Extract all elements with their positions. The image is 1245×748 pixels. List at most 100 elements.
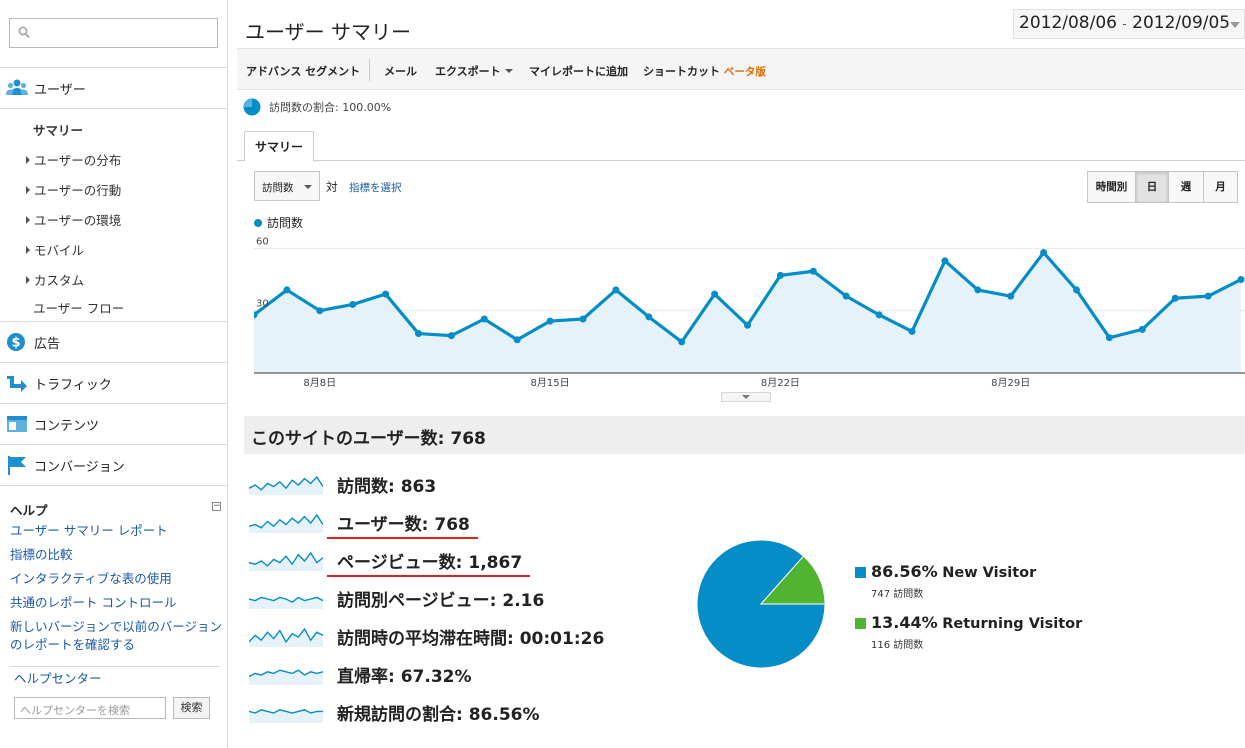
- help-link[interactable]: インタラクティブな表の使用: [10, 570, 225, 588]
- traffic-arrow-icon: [7, 376, 27, 392]
- sidebar-item-label: ユーザーの分布: [34, 153, 122, 168]
- help-link[interactable]: ユーザー サマリー レポート: [10, 522, 225, 540]
- y-tick-label: 30: [256, 299, 269, 310]
- metric-value: 訪問数: 863: [337, 476, 437, 497]
- visitor-type-pie-chart[interactable]: [695, 538, 827, 670]
- data-point: [513, 336, 521, 344]
- metric-row[interactable]: 訪問時の平均滞在時間: 00:01:26: [249, 622, 604, 650]
- date-separator: -: [1122, 17, 1127, 31]
- data-point: [579, 315, 587, 323]
- data-point: [875, 311, 883, 319]
- metric-value: 直帰率: 67.32%: [337, 666, 472, 687]
- slice-percent: 13.44%: [871, 613, 938, 632]
- add-to-dashboard-button[interactable]: マイレポートに追加: [529, 63, 628, 79]
- legend-label: 訪問数: [267, 216, 304, 230]
- sidebar-item-label: カスタム: [34, 273, 85, 288]
- sidebar-item-label: モバイル: [34, 243, 85, 258]
- sidebar-section-advertising[interactable]: $ 広告: [0, 322, 228, 362]
- sparkline: [249, 513, 323, 533]
- metric-row[interactable]: 訪問別ページビュー: 2.16: [249, 584, 544, 612]
- date-range-selector[interactable]: 2012/08/06 - 2012/09/05: [1013, 9, 1245, 39]
- sidebar-item-custom[interactable]: カスタム: [26, 270, 84, 289]
- metric-select[interactable]: 訪問数: [254, 171, 320, 201]
- chevron-down-icon: [504, 69, 513, 73]
- users-icon: [6, 79, 28, 95]
- help-link[interactable]: 共通のレポート コントロール: [10, 594, 225, 612]
- visits-line-chart[interactable]: 60 30 8月8日 8月15日 8月22日 8月29日: [254, 232, 1245, 392]
- tab-bar: サマリー: [237, 130, 1245, 162]
- data-point: [349, 300, 357, 308]
- period-day-button[interactable]: 日: [1136, 172, 1169, 202]
- expand-arrow-icon: [26, 246, 30, 254]
- help-search-input[interactable]: ヘルプセンターを検索: [14, 697, 166, 719]
- sidebar-section-label: コンテンツ: [34, 418, 100, 434]
- sidebar-item-user-flow[interactable]: ユーザー フロー: [33, 298, 124, 317]
- search-icon: [18, 26, 30, 39]
- tab-summary[interactable]: サマリー: [244, 131, 314, 162]
- data-point: [1105, 334, 1113, 342]
- data-point: [744, 321, 751, 329]
- export-button[interactable]: エクスポート: [435, 63, 513, 79]
- sidebar-item-summary[interactable]: サマリー: [33, 120, 83, 139]
- slice-label: New Visitor: [942, 565, 1037, 581]
- metric-row[interactable]: 直帰率: 67.32%: [249, 660, 472, 688]
- flag-icon: [8, 456, 26, 475]
- help-link[interactable]: 指標の比較: [10, 546, 225, 564]
- period-toggle: 時間別 日 週 月: [1087, 171, 1238, 203]
- data-point: [1073, 286, 1080, 294]
- data-point: [612, 286, 620, 294]
- x-tick-label: 8月29日: [991, 377, 1030, 389]
- metric-value: ページビュー数: 1,867: [337, 552, 523, 573]
- metric-row[interactable]: ユーザー数: 768: [249, 508, 470, 536]
- help-search-button[interactable]: 検索: [173, 697, 210, 719]
- help-title: ヘルプ: [10, 503, 48, 518]
- sidebar-section-content[interactable]: コンテンツ: [0, 404, 228, 444]
- period-hourly-button[interactable]: 時間別: [1088, 172, 1136, 202]
- chart-collapse-handle[interactable]: [721, 392, 771, 402]
- pie-legend-item: 86.56% New Visitor 747 訪問数: [855, 562, 1036, 600]
- sidebar-search-input[interactable]: [9, 18, 218, 48]
- slice-count: 116 訪問数: [871, 640, 924, 651]
- data-point: [283, 286, 291, 294]
- data-point: [974, 286, 982, 294]
- metric-row[interactable]: 新規訪問の割合: 86.56%: [249, 698, 540, 726]
- sidebar-section-label: 広告: [34, 336, 61, 352]
- main-content: ユーザー サマリー 2012/08/06 - 2012/09/05 アドバンス …: [233, 0, 1245, 748]
- sidebar-section-conversions[interactable]: コンバージョン: [0, 445, 228, 485]
- shortcut-button[interactable]: ショートカット ベータ版: [643, 63, 766, 79]
- highlight-underline: [327, 575, 531, 577]
- collapse-icon[interactable]: −: [212, 502, 221, 511]
- data-point: [316, 307, 324, 315]
- choose-metric-link[interactable]: 指標を選択: [349, 180, 402, 195]
- sidebar-item-user-environment[interactable]: ユーザーの環境: [26, 210, 121, 229]
- shortcut-label: ショートカット: [643, 65, 720, 78]
- metric-row[interactable]: 訪問数: 863: [249, 470, 436, 498]
- slice-label: Returning Visitor: [942, 616, 1083, 632]
- period-week-button[interactable]: 週: [1169, 172, 1204, 202]
- sidebar-section-traffic[interactable]: トラフィック: [0, 363, 228, 403]
- advanced-segments-button[interactable]: アドバンス セグメント: [246, 63, 360, 79]
- data-point: [480, 315, 488, 323]
- help-link[interactable]: 新しいバージョンで以前のバージョンのレポートを確認する: [10, 618, 225, 654]
- beta-badge: ベータ版: [723, 66, 766, 78]
- summary-heading: このサイトのユーザー数: 768: [244, 416, 1245, 454]
- metric-value: 訪問時の平均滞在時間: 00:01:26: [337, 628, 605, 649]
- sidebar-item-user-behavior[interactable]: ユーザーの行動: [26, 180, 121, 199]
- email-button[interactable]: メール: [384, 63, 417, 79]
- data-point: [1237, 276, 1245, 284]
- expand-arrow-icon: [26, 156, 30, 164]
- sidebar-section-users[interactable]: ユーザー: [0, 68, 228, 108]
- sidebar-item-mobile[interactable]: モバイル: [26, 240, 84, 259]
- slice-count: 747 訪問数: [871, 589, 924, 600]
- metric-value: ユーザー数: 768: [337, 514, 470, 535]
- metric-row[interactable]: ページビュー数: 1,867: [249, 546, 522, 574]
- svg-text:$: $: [11, 336, 20, 351]
- expand-arrow-icon: [26, 186, 30, 194]
- data-point: [711, 290, 719, 298]
- sidebar-item-user-distribution[interactable]: ユーザーの分布: [26, 150, 121, 169]
- help-center-link[interactable]: ヘルプセンター: [14, 670, 229, 688]
- data-point: [1138, 325, 1146, 333]
- data-point: [1204, 292, 1212, 300]
- period-month-button[interactable]: 月: [1204, 172, 1237, 202]
- data-point: [1171, 294, 1179, 302]
